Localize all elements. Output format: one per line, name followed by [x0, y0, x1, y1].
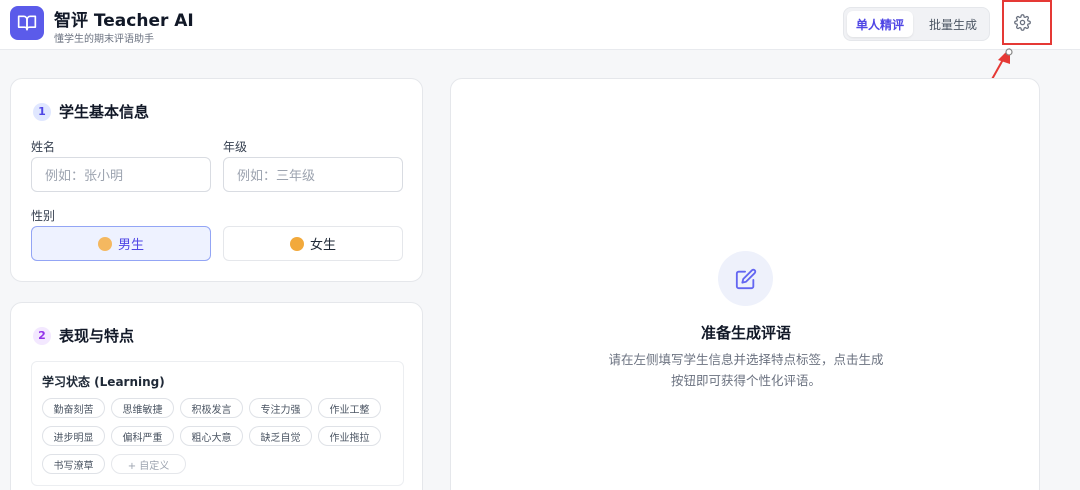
trait-tag[interactable]: 偏科严重	[111, 426, 174, 446]
name-label: 姓名	[31, 140, 56, 154]
step-number-badge: 2	[33, 326, 51, 345]
custom-tag-button[interactable]: + 自定义	[111, 454, 186, 474]
step-number-badge: 1	[33, 102, 51, 121]
annotation-highlight-box	[1002, 0, 1052, 45]
trait-tag[interactable]: 缺乏自觉	[249, 426, 312, 446]
book-open-icon	[10, 6, 44, 40]
basic-info-title: 1 学生基本信息	[33, 101, 149, 122]
section-title-text: 表现与特点	[59, 327, 135, 345]
name-input[interactable]: 例如：张小明	[31, 157, 211, 192]
trait-tag[interactable]: 积极发言	[180, 398, 243, 418]
traits-card: 2 表现与特点 学习状态 (Learning) 勤奋刻苦 思维敏捷 积极发言 专…	[10, 302, 423, 490]
girl-emoji-icon	[289, 236, 304, 251]
trait-tag[interactable]: 思维敏捷	[111, 398, 174, 418]
gender-female-label: 女生	[309, 238, 336, 253]
mode-switch: 单人精评 批量生成	[843, 7, 990, 41]
grade-input[interactable]: 例如：三年级	[223, 157, 403, 192]
trait-tag[interactable]: 作业工整	[318, 398, 381, 418]
learning-trait-group: 学习状态 (Learning) 勤奋刻苦 思维敏捷 积极发言 专注力强 作业工整…	[31, 361, 404, 486]
gender-male-button[interactable]: 男生	[31, 226, 211, 261]
trait-tag[interactable]: 作业拖拉	[318, 426, 381, 446]
trait-tag[interactable]: 勤奋刻苦	[42, 398, 105, 418]
app-header: 智评 Teacher AI 懂学生的期末评语助手 单人精评 批量生成	[0, 0, 1080, 50]
section-title-text: 学生基本信息	[59, 103, 150, 121]
boy-emoji-icon	[97, 236, 112, 251]
traits-title: 2 表现与特点	[33, 325, 134, 346]
basic-info-card: 1 学生基本信息 姓名 例如：张小明 年级 例如：三年级 性别 男生 女生	[10, 78, 423, 282]
trait-tag[interactable]: 专注力强	[249, 398, 312, 418]
trait-tag[interactable]: 粗心大意	[180, 426, 243, 446]
trait-tag[interactable]: 书写潦草	[42, 454, 105, 474]
trait-group-title: 学习状态 (Learning)	[42, 375, 165, 389]
edit-icon	[718, 251, 773, 306]
tab-batch-generate[interactable]: 批量生成	[920, 11, 986, 37]
app-title: 智评 Teacher AI	[54, 11, 194, 31]
tab-single-review[interactable]: 单人精评	[847, 11, 913, 37]
gender-female-button[interactable]: 女生	[223, 226, 403, 261]
gender-male-label: 男生	[117, 238, 144, 253]
trait-tag[interactable]: 进步明显	[42, 426, 105, 446]
result-panel: 准备生成评语 请在左侧填写学生信息并选择特点标签，点击生成按钮即可获得个性化评语…	[450, 78, 1040, 490]
grade-label: 年级	[223, 140, 248, 154]
empty-state-title: 准备生成评语	[700, 324, 791, 342]
gender-label: 性别	[31, 209, 56, 223]
app-subtitle: 懂学生的期末评语助手	[54, 34, 154, 45]
empty-state-description: 请在左侧填写学生信息并选择特点标签，点击生成按钮即可获得个性化评语。	[608, 352, 884, 388]
